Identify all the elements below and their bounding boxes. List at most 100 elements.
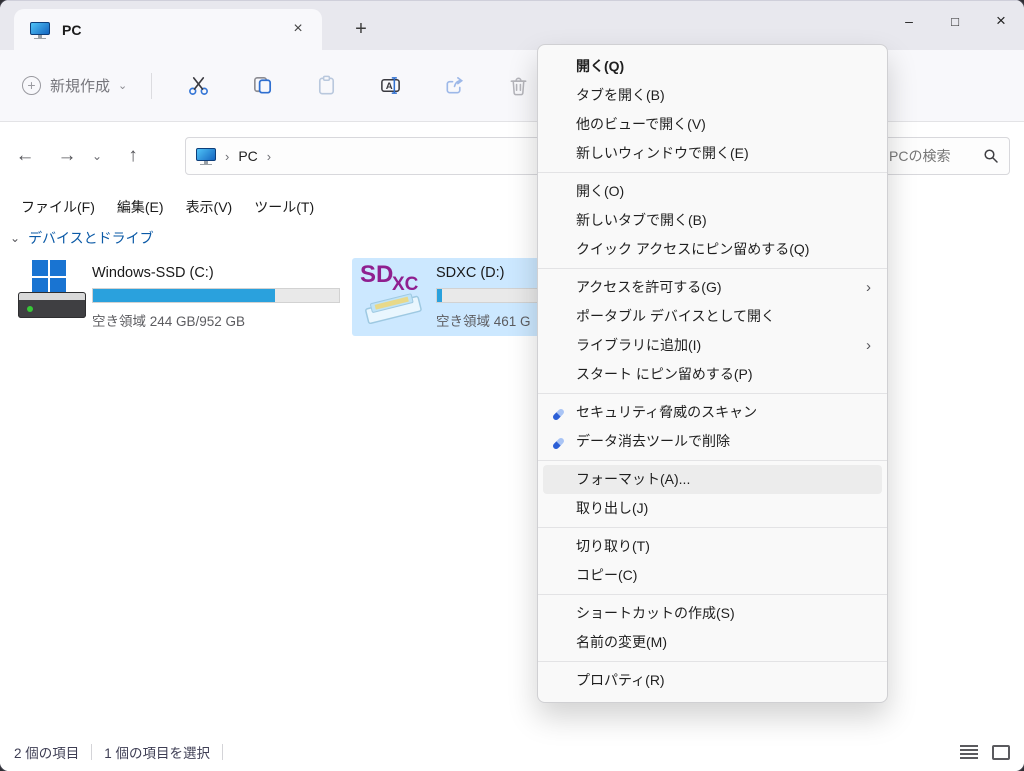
rename-button[interactable]: A xyxy=(368,64,412,108)
large-icons-view-icon[interactable] xyxy=(992,745,1010,760)
new-item-label: 新規作成 xyxy=(50,75,110,96)
submenu-chevron-icon: › xyxy=(866,273,871,302)
minimize-button[interactable]: – xyxy=(886,1,932,41)
menu-item-label: 切り取り(T) xyxy=(576,538,650,554)
menubar-item[interactable]: 表示(V) xyxy=(175,193,244,221)
capacity-bar xyxy=(92,288,340,303)
cut-button[interactable] xyxy=(176,64,220,108)
menu-item[interactable]: アクセスを許可する(G) › xyxy=(543,273,882,302)
menu-item-label: フォーマット(A)... xyxy=(576,471,690,487)
menu-item[interactable]: 新しいタブで開く(B) xyxy=(543,206,882,235)
pill-icon xyxy=(550,404,567,421)
tab-title: PC xyxy=(62,22,286,38)
close-button[interactable]: × xyxy=(978,1,1024,41)
share-icon xyxy=(443,74,466,97)
title-bar: PC × + – □ × xyxy=(0,0,1024,50)
rename-icon: A xyxy=(379,74,402,97)
menu-item[interactable]: 名前の変更(M) xyxy=(543,628,882,657)
menu-separator xyxy=(538,268,887,269)
search-icon xyxy=(983,148,999,164)
menu-item[interactable]: 他のビューで開く(V) xyxy=(543,110,882,139)
menu-item[interactable]: スタート にピン留めする(P) xyxy=(543,360,882,389)
menu-item[interactable]: ショートカットの作成(S) xyxy=(543,599,882,628)
status-divider xyxy=(91,744,92,760)
back-button[interactable]: ← xyxy=(8,139,42,173)
status-divider xyxy=(222,744,223,760)
chevron-down-icon: ⌄ xyxy=(118,79,127,92)
history-chevron-icon[interactable]: ⌄ xyxy=(86,139,108,173)
menu-separator xyxy=(538,172,887,173)
menubar-item[interactable]: ツール(T) xyxy=(243,193,325,221)
menu-item-label: 名前の変更(M) xyxy=(576,634,667,650)
toolbar-divider xyxy=(151,73,152,99)
menu-item[interactable]: コピー(C) xyxy=(543,561,882,590)
free-space-label: 空き領域 244 GB/952 GB xyxy=(92,310,245,330)
drive-tile-windows-ssd[interactable]: Windows-SSD (C:) 空き領域 244 GB/952 GB xyxy=(8,258,346,336)
menu-item-label: アクセスを許可する(G) xyxy=(576,279,722,295)
menu-item-label: 新しいタブで開く(B) xyxy=(576,212,707,228)
explorer-window: PC × + – □ × + 新規作成 ⌄ xyxy=(0,0,1024,771)
share-button[interactable] xyxy=(432,64,476,108)
menu-separator xyxy=(538,594,887,595)
menu-item[interactable]: 開く(O) xyxy=(543,177,882,206)
status-bar: 2 個の項目 1 個の項目を選択 xyxy=(0,733,1024,771)
menu-item[interactable]: 新しいウィンドウで開く(E) xyxy=(543,139,882,168)
menu-item-label: 開く(O) xyxy=(576,183,624,199)
capacity-bar-fill xyxy=(437,289,442,302)
search-placeholder: PCの検索 xyxy=(889,146,983,166)
new-item-button[interactable]: + 新規作成 ⌄ xyxy=(22,75,127,96)
breadcrumb-pc[interactable]: PC xyxy=(238,148,257,164)
menu-item-label: 取り出し(J) xyxy=(576,500,648,516)
drive-name: SDXC (D:) xyxy=(436,265,504,281)
menu-item[interactable]: ライブラリに追加(I)› xyxy=(543,331,882,360)
menu-item-label: 新しいウィンドウで開く(E) xyxy=(576,145,749,161)
menu-item[interactable]: セキュリティ脅威のスキャン xyxy=(543,398,882,427)
copy-button[interactable] xyxy=(240,64,284,108)
menu-item-label: プロパティ(R) xyxy=(576,672,665,688)
menu-item[interactable]: タブを開く(B) xyxy=(543,81,882,110)
maximize-button[interactable]: □ xyxy=(932,1,978,41)
menu-item[interactable]: 取り出し(J) xyxy=(543,494,882,523)
svg-text:XC: XC xyxy=(392,274,419,295)
menu-item-label: スタート にピン留めする(P) xyxy=(576,366,753,382)
menu-item-label: 他のビューで開く(V) xyxy=(576,116,706,132)
menubar-item[interactable]: 編集(E) xyxy=(106,193,175,221)
menu-item-label: コピー(C) xyxy=(576,567,637,583)
menu-item[interactable]: クイック アクセスにピン留めする(Q) xyxy=(543,235,882,264)
menu-item[interactable]: ポータブル デバイスとして開く xyxy=(543,302,882,331)
plus-circle-icon: + xyxy=(22,76,41,95)
menu-item[interactable]: 開く(Q) xyxy=(543,52,882,81)
menu-separator xyxy=(538,393,887,394)
item-count-label: 2 個の項目 xyxy=(14,742,79,762)
search-box[interactable]: PCの検索 xyxy=(878,137,1010,175)
delete-button[interactable] xyxy=(496,64,540,108)
sd-card-icon: SD XC xyxy=(360,260,430,324)
section-devices-and-drives[interactable]: ⌄ デバイスとドライブ xyxy=(10,228,154,248)
section-header-label: デバイスとドライブ xyxy=(28,228,154,248)
menu-item[interactable]: プロパティ(R) xyxy=(543,666,882,695)
drive-name: Windows-SSD (C:) xyxy=(92,265,214,281)
menu-item[interactable]: データ消去ツールで削除 xyxy=(543,427,882,456)
svg-text:A: A xyxy=(385,81,392,92)
address-bar[interactable]: › PC › xyxy=(185,137,585,175)
collapse-chevron-icon: ⌄ xyxy=(10,231,20,245)
forward-button[interactable]: → xyxy=(50,139,84,173)
menu-item[interactable]: 切り取り(T) xyxy=(543,532,882,561)
menu-item-label: クイック アクセスにピン留めする(Q) xyxy=(576,241,809,257)
new-tab-button[interactable]: + xyxy=(346,15,376,45)
menu-item[interactable]: フォーマット(A)... xyxy=(543,465,882,494)
clipboard-icon xyxy=(315,74,338,97)
menu-item-label: タブを開く(B) xyxy=(576,87,665,103)
selection-count-label: 1 個の項目を選択 xyxy=(104,742,210,762)
copy-icon xyxy=(251,74,274,97)
monitor-icon xyxy=(196,148,216,165)
up-button[interactable]: ↑ xyxy=(116,139,150,173)
capacity-bar-fill xyxy=(93,289,275,302)
menubar-item[interactable]: ファイル(F) xyxy=(10,193,106,221)
tab-close-icon[interactable]: × xyxy=(286,18,310,42)
tab-pc[interactable]: PC × xyxy=(14,9,322,51)
breadcrumb-chevron-icon: › xyxy=(267,149,271,164)
details-view-icon[interactable] xyxy=(960,745,978,759)
paste-button[interactable] xyxy=(304,64,348,108)
windows-logo-icon xyxy=(32,260,66,294)
